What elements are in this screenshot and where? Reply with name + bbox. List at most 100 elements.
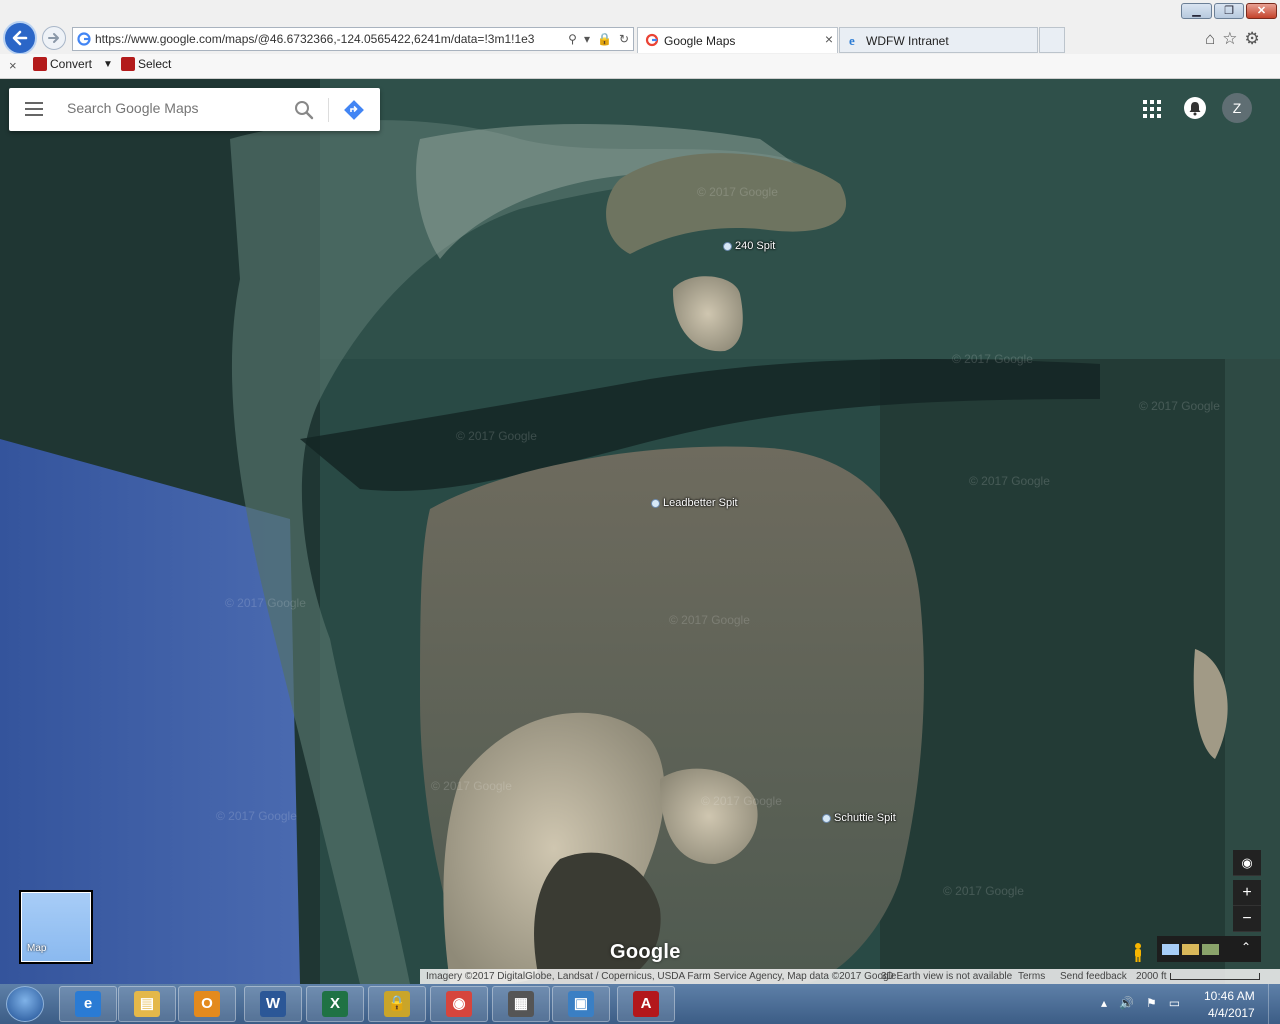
chrome-icon: ◉ [446,991,472,1017]
google-g-icon [645,33,659,47]
apps-grid-icon[interactable] [1143,100,1161,118]
search-icon[interactable]: ⚲ [568,32,577,46]
place-label[interactable]: Schuttie Spit [822,812,896,824]
search-box [9,88,380,131]
place-name: 240 Spit [735,240,776,252]
minimize-button[interactable]: ▁ [1181,3,1212,19]
imagery-thumb[interactable] [1162,944,1179,955]
taskbar: e ▤ O W X 🔒 ◉ ▦ ▣ A ▴ 🔊 ⚑ ▭ 10:46 AM 4/4/2017 [0,984,1280,1024]
arrow-left-icon [12,30,28,46]
place-label[interactable]: 240 Spit [723,240,775,252]
taskbar-app-network[interactable]: ▦ [492,986,550,1022]
map-watermark: © 2017 Google [943,884,1024,898]
clock-time[interactable]: 10:46 AM [1204,989,1255,1003]
scale-bar [1170,973,1260,980]
gear-icon[interactable]: ⚙ [1245,29,1260,49]
map-watermark: © 2017 Google [456,429,537,443]
outlook-icon: O [194,991,220,1017]
imagery-thumb[interactable] [1182,944,1199,955]
notifications-icon[interactable] [1184,97,1206,119]
refresh-icon[interactable]: ↻ [619,32,629,46]
taskbar-app-security[interactable]: 🔒 [368,986,426,1022]
dropdown-icon[interactable]: ▾ [584,32,590,46]
send-feedback-link[interactable]: Send feedback [1060,971,1127,982]
ie-icon: e [75,991,101,1017]
taskbar-app-file-explorer[interactable]: ▤ [118,986,176,1022]
google-logo: Google [610,941,681,963]
pdf-icon: A [633,991,659,1017]
place-name: Leadbetter Spit [663,497,738,509]
attribution-text: Imagery ©2017 DigitalGlobe, Landsat / Co… [426,971,897,982]
system-tray: ▴ 🔊 ⚑ ▭ 10:46 AM 4/4/2017 [1097,984,1280,1024]
command-bar: × Convert ▼ Select [0,54,1280,78]
volume-icon[interactable]: 🔊 [1119,996,1134,1010]
account-avatar[interactable]: Z [1222,93,1252,123]
earth-view-note: 3D Earth view is not available [881,971,1013,982]
chevron-up-icon[interactable]: ⌃ [1241,940,1251,954]
folder-icon: ▤ [134,991,160,1017]
address-bar[interactable]: https://www.google.com/maps/@46.6732366,… [72,27,634,51]
star-icon[interactable]: ☆ [1222,29,1237,49]
select-label: Select [138,57,172,71]
hamburger-menu-icon[interactable] [25,102,43,116]
arrow-right-icon [48,33,59,43]
map-watermark: © 2017 Google [697,185,778,199]
imagery-thumbnails[interactable]: ⌃ [1157,936,1261,962]
forward-button[interactable] [42,26,66,50]
zoom-out-button[interactable]: − [1233,906,1261,932]
network-icon[interactable]: ▭ [1169,996,1180,1010]
search-icon[interactable] [294,100,314,120]
lock-icon[interactable]: 🔒 [597,32,612,46]
taskbar-app-outlook[interactable]: O [178,986,236,1022]
divider [328,98,329,122]
address-url[interactable]: https://www.google.com/maps/@46.6732366,… [95,32,534,46]
my-location-icon[interactable]: ◉ [1233,850,1261,876]
pdf-select-icon [121,57,135,71]
dropdown-icon[interactable]: ▼ [103,59,113,70]
convert-button[interactable]: Convert ▼ [33,57,113,71]
map-type-toggle[interactable]: Map [19,890,93,964]
taskbar-app-acrobat[interactable]: A [617,986,675,1022]
start-button[interactable] [6,986,44,1022]
taskbar-app-internet-explorer[interactable]: e [59,986,117,1022]
new-tab-button[interactable] [1039,27,1065,53]
lock-icon: 🔒 [384,991,410,1017]
clock-date[interactable]: 4/4/2017 [1208,1006,1255,1020]
imagery-thumb[interactable] [1202,944,1219,955]
back-button[interactable] [3,21,37,55]
flag-icon[interactable]: ⚑ [1146,996,1157,1010]
pegman-icon[interactable] [1129,942,1147,962]
taskbar-app-photos[interactable]: ▣ [552,986,610,1022]
maximize-icon: ❐ [1224,5,1234,17]
network-icon: ▦ [508,991,534,1017]
google-g-icon [77,32,91,46]
taskbar-app-chrome[interactable]: ◉ [430,986,488,1022]
tab-wdfw-intranet[interactable]: e WDFW Intranet [839,27,1038,53]
place-pin-icon [651,498,660,508]
convert-label: Convert [50,57,93,71]
terms-link[interactable]: Terms [1018,971,1045,982]
map-watermark: © 2017 Google [669,613,750,627]
tab-label: Google Maps [664,34,736,48]
select-button[interactable]: Select [121,57,171,71]
map-watermark: © 2017 Google [431,779,512,793]
place-label[interactable]: Leadbetter Spit [651,497,738,509]
place-pin-icon [822,813,831,823]
directions-icon[interactable] [343,99,365,121]
title-bar: ▁ ❐ ✕ https://www.google.com/maps/@46.67… [0,0,1280,55]
zoom-in-button[interactable]: + [1233,880,1261,906]
tab-google-maps[interactable]: Google Maps × [637,27,838,53]
close-tab-icon[interactable]: × [825,31,833,47]
show-desktop-button[interactable] [1268,984,1280,1024]
satellite-map[interactable]: © 2017 Google © 2017 Google © 2017 Googl… [0,79,1280,984]
scale-label[interactable]: 2000 ft [1136,971,1167,982]
maximize-button[interactable]: ❐ [1214,3,1244,19]
tab-label: WDFW Intranet [866,34,949,48]
close-toolbar-icon[interactable]: × [9,58,17,73]
home-icon[interactable]: ⌂ [1205,29,1215,49]
search-input[interactable] [67,100,287,116]
tray-expand-icon[interactable]: ▴ [1101,996,1107,1010]
taskbar-app-word[interactable]: W [244,986,302,1022]
close-window-button[interactable]: ✕ [1246,3,1277,19]
taskbar-app-excel[interactable]: X [306,986,364,1022]
